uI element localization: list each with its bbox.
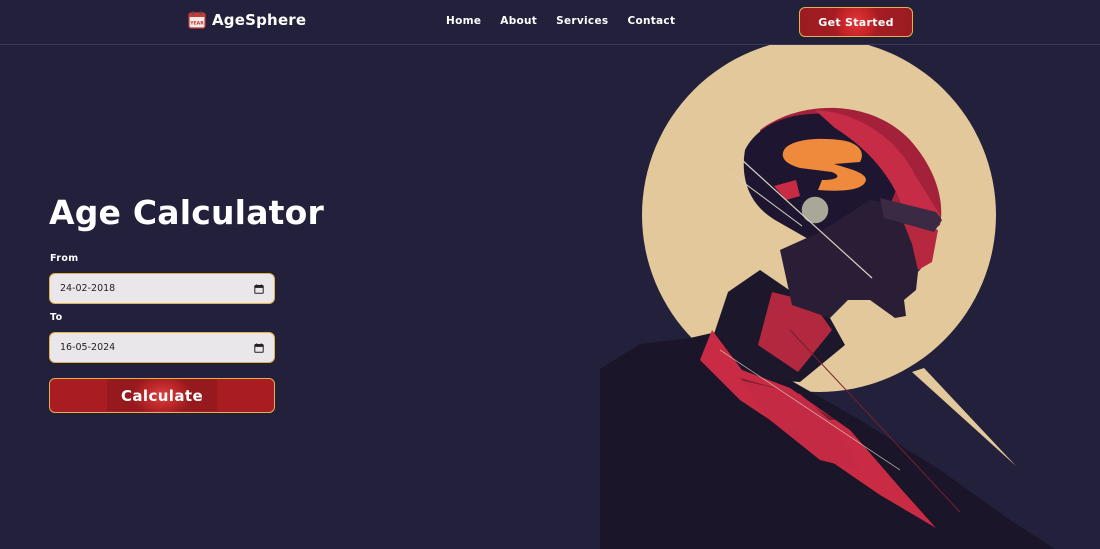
from-date-value: 24-02-2018 xyxy=(60,283,116,294)
page: YEAR AgeSphere Home About Services Conta… xyxy=(0,0,1100,549)
to-label: To xyxy=(50,312,63,323)
calendar-year-icon: YEAR xyxy=(188,11,206,29)
logo-text: YEAR xyxy=(189,21,204,27)
nav-link-contact[interactable]: Contact xyxy=(627,15,675,27)
to-date-value: 16-05-2024 xyxy=(60,342,116,353)
to-date-input[interactable]: 16-05-2024 xyxy=(49,332,275,363)
from-label: From xyxy=(50,253,79,264)
calendar-icon[interactable] xyxy=(254,342,264,353)
page-title: Age Calculator xyxy=(49,193,324,232)
brand[interactable]: YEAR AgeSphere xyxy=(188,11,306,29)
robotic-head-illustration xyxy=(600,45,1055,549)
get-started-button[interactable]: Get Started xyxy=(799,7,913,37)
calendar-icon[interactable] xyxy=(254,283,264,294)
navbar: YEAR AgeSphere Home About Services Conta… xyxy=(0,0,1100,45)
from-date-input[interactable]: 24-02-2018 xyxy=(49,273,275,304)
nav-link-about[interactable]: About xyxy=(500,15,537,27)
light-ray xyxy=(912,368,1016,466)
calculate-button[interactable]: Calculate xyxy=(49,378,275,413)
nav-link-services[interactable]: Services xyxy=(556,15,608,27)
brand-name: AgeSphere xyxy=(212,11,307,29)
nav-link-home[interactable]: Home xyxy=(446,15,481,27)
calculate-label: Calculate xyxy=(120,386,204,405)
nav-links: Home About Services Contact xyxy=(446,15,675,27)
